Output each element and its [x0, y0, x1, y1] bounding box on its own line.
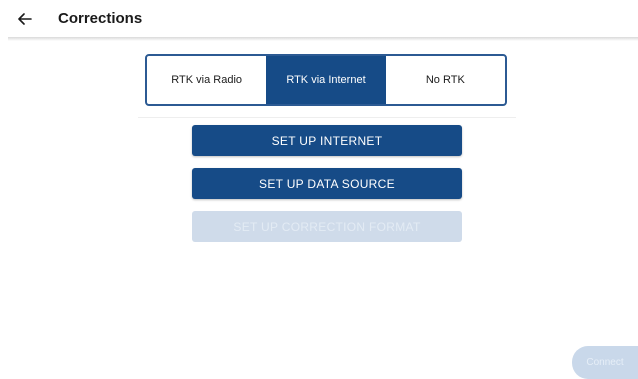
setup-internet-button[interactable]: SET UP INTERNET [192, 125, 462, 156]
back-button[interactable] [14, 8, 36, 30]
section-divider [138, 117, 516, 118]
rtk-option-radio[interactable]: RTK via Radio [147, 56, 266, 104]
page-title: Corrections [58, 10, 143, 27]
app-header: Corrections [0, 0, 638, 38]
arrow-left-icon [18, 13, 32, 25]
setup-data-source-button[interactable]: SET UP DATA SOURCE [192, 168, 462, 199]
setup-correction-format-button[interactable]: SET UP CORRECTION FORMAT [192, 211, 462, 242]
rtk-option-none[interactable]: No RTK [386, 56, 505, 104]
rtk-mode-selector: RTK via Radio RTK via Internet No RTK [145, 54, 507, 106]
header-divider [8, 37, 638, 41]
connect-button[interactable]: Connect [572, 346, 638, 379]
corrections-screen: Corrections RTK via Radio RTK via Intern… [0, 0, 638, 379]
rtk-option-internet[interactable]: RTK via Internet [266, 56, 386, 104]
